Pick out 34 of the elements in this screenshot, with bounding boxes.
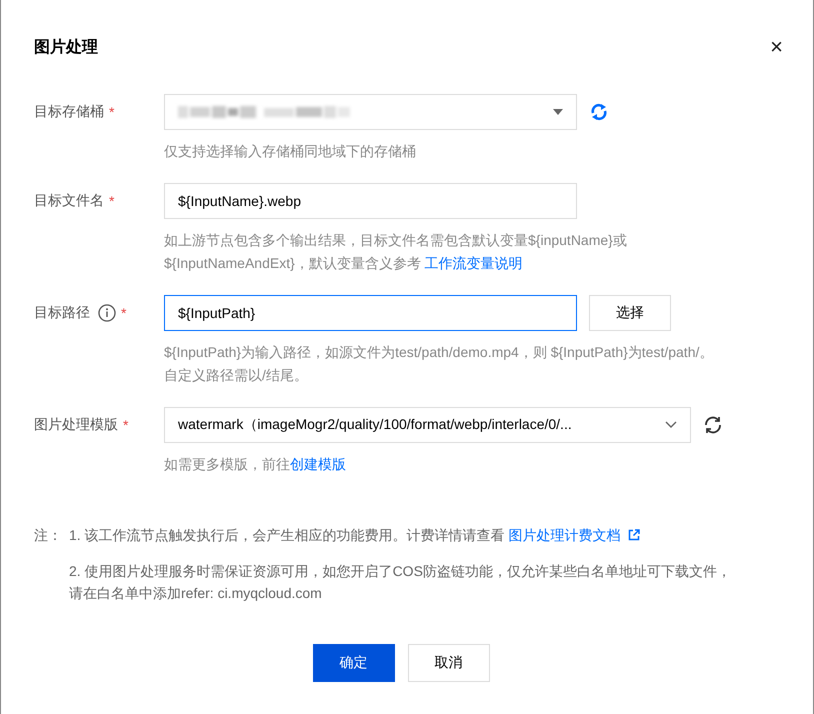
note-text: 1. 该工作流节点触发执行后，会产生相应的功能费用。计费详情请查看 xyxy=(69,527,506,543)
refresh-icon[interactable] xyxy=(703,415,723,435)
help-text: 自定义路径需以/结尾。 xyxy=(164,367,308,383)
required-mark: * xyxy=(109,104,114,120)
note-text: 请在白名单中添加refer: ci.myqcloud.com xyxy=(69,585,322,601)
required-mark: * xyxy=(109,193,114,209)
confirm-button[interactable]: 确定 xyxy=(312,644,394,682)
help-text: ${InputPath}为输入路径，如源文件为test/path/demo.mp4，则 ${InputPath}为test/path/。 xyxy=(164,344,714,360)
help-link[interactable]: 创建模版 xyxy=(290,456,346,472)
note-text: 2. 使用图片处理服务时需保证资源可用，如您开启了COS防盗链功能，仅允许某些白名单地址可下载文件， xyxy=(69,563,731,579)
select-button[interactable]: 选择 xyxy=(589,295,671,331)
cancel-button[interactable]: 取消 xyxy=(408,644,490,682)
input-field[interactable]: ${InputName}.webp xyxy=(164,183,577,219)
close-button[interactable]: × xyxy=(770,36,783,58)
help-text: 仅支持选择输入存储桶同地域下的存储桶 xyxy=(164,143,416,159)
field-label: 目标存储桶 xyxy=(34,103,104,121)
template-select[interactable]: watermark（imageMogr2/quality/100/format/webp/interlace/0/... xyxy=(164,407,691,443)
external-link-icon[interactable] xyxy=(628,529,640,541)
chevron-down-icon xyxy=(665,421,677,429)
help-text: 如需更多模版，前往 xyxy=(164,456,290,472)
required-mark: * xyxy=(123,417,128,433)
help-link[interactable]: 工作流变量说明 xyxy=(424,255,523,271)
dropdown-arrow-icon xyxy=(553,109,563,115)
field-label: 图片处理模版 xyxy=(34,416,118,434)
help-text: ${InputNameAndExt}，默认变量含义参考 xyxy=(164,255,422,271)
help-text: 如上游节点包含多个输出结果，目标文件名需包含默认变量${inputName}或 xyxy=(164,232,627,248)
input-field[interactable]: ${InputPath} xyxy=(164,295,577,331)
field-label: 目标文件名 xyxy=(34,192,104,210)
info-icon[interactable] xyxy=(98,304,116,322)
field-label: 目标路径 xyxy=(34,304,90,322)
dialog-title: 图片处理 xyxy=(34,38,98,58)
note-label: 注： xyxy=(34,526,63,545)
required-mark: * xyxy=(121,305,126,321)
note-link[interactable]: 图片处理计费文档 xyxy=(508,527,620,543)
